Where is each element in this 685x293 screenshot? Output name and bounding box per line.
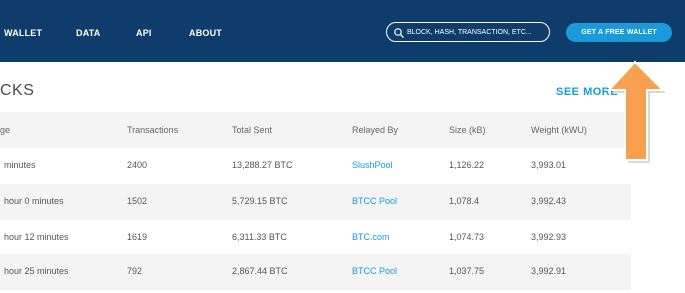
cell-transactions: 792: [127, 266, 143, 276]
cell-relayed-by-link[interactable]: SlushPool: [352, 160, 393, 170]
table-row: minutes 2400 13,288.27 BTC SlushPool 1,1…: [0, 148, 631, 184]
table-row: hour 25 minutes 792 2,867.44 BTC BTCC Po…: [0, 254, 631, 290]
cell-relayed-by-link[interactable]: BTCC Pool: [352, 266, 397, 276]
cell-size: 1,037.75: [449, 266, 485, 276]
cell-age: hour 12 minutes: [4, 232, 69, 242]
table-row: hour 0 minutes 1502 5,729.15 BTC BTCC Po…: [0, 184, 631, 220]
cell-age: hour 25 minutes: [4, 266, 69, 276]
cell-age: hour 0 minutes: [4, 196, 64, 206]
header-relayed-by: Relayed By: [352, 125, 399, 135]
table-row: hour 12 minutes 1619 6,311.33 BTC BTC.co…: [0, 220, 631, 256]
nav-data[interactable]: DATA: [76, 28, 100, 38]
cell-transactions: 1619: [127, 232, 148, 242]
cell-size: 1,074.73: [449, 232, 485, 242]
get-free-wallet-button[interactable]: GET A FREE WALLET: [566, 23, 672, 42]
header-total-sent: Total Sent: [232, 125, 273, 135]
nav-about[interactable]: ABOUT: [189, 28, 222, 38]
annotation-arrow-icon: [606, 60, 666, 163]
nav-api[interactable]: API: [136, 28, 152, 38]
search-box[interactable]: [386, 22, 550, 42]
cell-transactions: 2400: [127, 160, 148, 170]
cell-weight: 3,992.91: [531, 266, 567, 276]
cell-size: 1,078.4: [449, 196, 480, 206]
table-header-row: ge Transactions Total Sent Relayed By Si…: [0, 112, 631, 148]
cell-total-sent: 6,311.33 BTC: [232, 232, 287, 242]
header-age: ge: [0, 125, 11, 135]
search-input[interactable]: [407, 25, 545, 39]
nav-wallet[interactable]: WALLET: [4, 28, 42, 38]
search-icon: [394, 28, 404, 38]
cell-total-sent: 13,288.27 BTC: [232, 160, 293, 170]
cell-age: minutes: [4, 160, 36, 170]
header-transactions: Transactions: [127, 125, 179, 135]
cell-weight: 3,992.43: [531, 196, 567, 206]
cell-total-sent: 2,867.44 BTC: [232, 266, 288, 276]
cell-weight: 3,992.93: [531, 232, 567, 242]
cell-relayed-by-link[interactable]: BTCC Pool: [352, 196, 397, 206]
top-nav-bar: WALLET DATA API ABOUT GET A FREE WALLET: [0, 0, 685, 62]
cell-relayed-by-link[interactable]: BTC.com: [352, 232, 390, 242]
cell-total-sent: 5,729.15 BTC: [232, 196, 288, 206]
header-weight: Weight (kWU): [531, 125, 587, 135]
cell-transactions: 1502: [127, 196, 148, 206]
header-size: Size (kB): [449, 125, 486, 135]
cell-weight: 3,993.01: [531, 160, 567, 170]
section-title: CKS: [0, 82, 35, 99]
cell-size: 1,126.22: [449, 160, 485, 170]
